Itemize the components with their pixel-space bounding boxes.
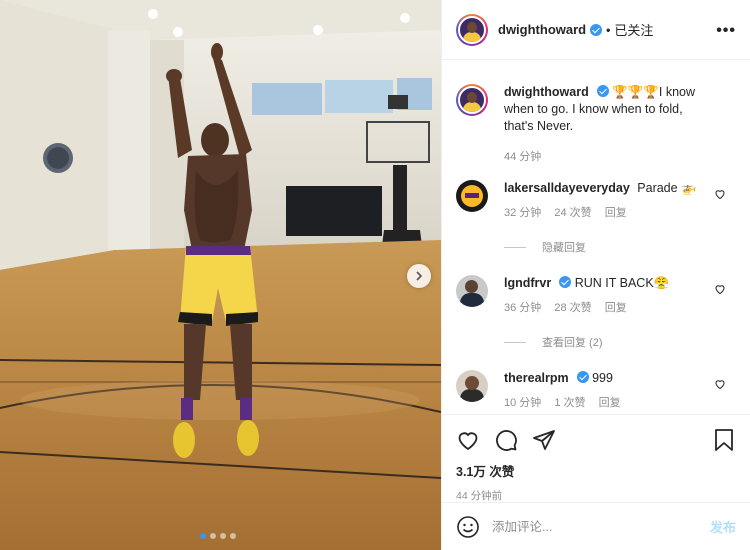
reply-button[interactable]: 回复 (605, 207, 627, 219)
comment-item: lgndfrvr RUN IT BACK😤 36 分钟 28 次赞 回复 (456, 275, 736, 317)
comment-time: 10 分钟 (504, 397, 542, 409)
like-count[interactable]: 3.1万 次赞 (456, 461, 736, 480)
reply-button[interactable]: 回复 (599, 397, 621, 409)
view-replies-button[interactable]: 查看回复 (2) (504, 334, 736, 350)
comment-likes[interactable]: 28 次赞 (554, 302, 591, 314)
post-comment-button[interactable]: 发布 (710, 517, 736, 536)
verified-badge-icon (576, 371, 589, 383)
caption-time: 44 分钟 (504, 151, 542, 163)
like-comment-heart-icon[interactable] (714, 188, 726, 200)
comment-icon (496, 430, 517, 451)
post-actions: 3.1万 次赞 44 分钟前 (442, 414, 750, 502)
carousel-dot (230, 533, 236, 539)
comment-likes[interactable]: 24 次赞 (554, 207, 591, 219)
heart-icon (458, 432, 478, 451)
carousel-indicator (200, 533, 236, 539)
post-detail-panel: dwighthoward • 已关注 ••• dwighthoward 🏆🏆🏆I… (441, 0, 750, 550)
caption: dwighthoward 🏆🏆🏆I know when to go. I kno… (456, 84, 736, 166)
author-avatar[interactable] (456, 13, 488, 46)
comment-text: RUN IT BACK😤 (574, 276, 670, 290)
comments-list[interactable]: dwighthoward 🏆🏆🏆I know when to go. I kno… (442, 76, 750, 414)
commenter-username[interactable]: lakersalldayeveryday (504, 181, 630, 195)
comment-text: Parade 🚁 (637, 181, 697, 195)
replies-divider (504, 341, 526, 343)
commenter-avatar[interactable] (456, 180, 488, 212)
next-photo-button[interactable] (407, 264, 431, 288)
comment-likes[interactable]: 1 次赞 (554, 397, 585, 409)
share-button[interactable] (532, 428, 556, 452)
post-photo[interactable] (0, 0, 441, 550)
commenter-username[interactable]: therealrpm (504, 371, 569, 385)
caption-username[interactable]: dwighthoward (504, 85, 589, 99)
carousel-dot (220, 533, 226, 539)
bookmark-icon (715, 429, 733, 451)
comment-item: therealrpm 999 10 分钟 1 次赞 回复 (456, 370, 736, 412)
post-header: dwighthoward • 已关注 ••• (442, 0, 750, 60)
commenter-avatar[interactable] (456, 275, 488, 307)
save-button[interactable] (712, 428, 736, 452)
separator-dot: • (606, 22, 611, 37)
comment-button[interactable] (494, 428, 518, 452)
toggle-replies-button[interactable]: 隐藏回复 (504, 239, 736, 255)
comment-time: 32 分钟 (504, 207, 542, 219)
gym-scene-image (0, 0, 441, 550)
carousel-dot (210, 533, 216, 539)
more-options-button[interactable]: ••• (716, 22, 736, 40)
view-replies-label: 查看回复 (2) (542, 337, 603, 349)
emoji-button[interactable] (456, 515, 480, 539)
smiley-icon (457, 515, 479, 538)
follow-status-button[interactable]: 已关注 (614, 20, 653, 39)
comment-input[interactable] (492, 519, 710, 534)
like-comment-heart-icon[interactable] (714, 283, 726, 295)
chevron-right-icon (416, 271, 423, 281)
comment-text: 999 (592, 371, 613, 385)
reply-button[interactable]: 回复 (605, 302, 627, 314)
like-button[interactable] (456, 428, 480, 452)
comment-time: 36 分钟 (504, 302, 542, 314)
commenter-avatar[interactable] (456, 370, 488, 402)
verified-badge-icon (590, 23, 603, 36)
comment-item: lakersalldayeveryday Parade 🚁 32 分钟 24 次… (456, 180, 736, 222)
post-timestamp: 44 分钟前 (456, 490, 503, 502)
replies-divider (504, 246, 526, 248)
carousel-dot (200, 533, 206, 539)
author-username[interactable]: dwighthoward (498, 22, 586, 37)
commenter-username[interactable]: lgndfrvr (504, 276, 551, 290)
caption-author-avatar[interactable] (456, 84, 488, 116)
paper-plane-icon (533, 430, 555, 450)
like-comment-heart-icon[interactable] (714, 378, 726, 390)
comment-composer: 发布 (442, 502, 750, 550)
verified-badge-icon (596, 85, 609, 97)
verified-badge-icon (559, 276, 572, 288)
toggle-replies-label: 隐藏回复 (542, 242, 586, 254)
